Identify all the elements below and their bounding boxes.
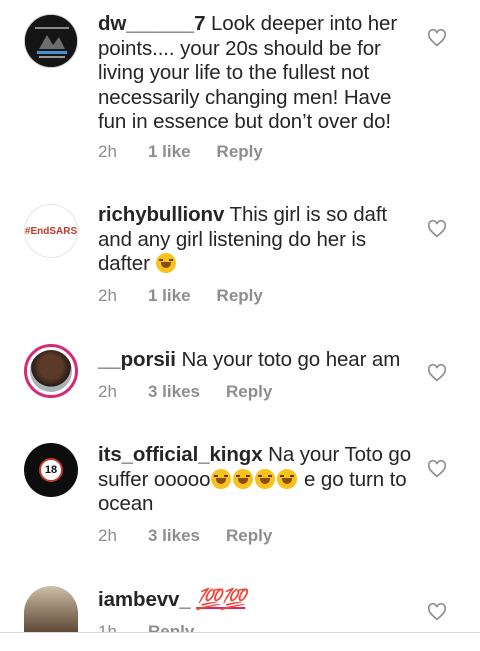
comment-username[interactable]: iambevv_ — [98, 588, 191, 611]
comment-username[interactable]: dw______7 — [98, 12, 205, 35]
comment-text: dw______7 Look deeper into her points...… — [98, 12, 416, 135]
comment-username[interactable]: __porsii — [98, 348, 176, 371]
comment-meta: 1h Reply — [98, 622, 194, 632]
avatar[interactable]: 18 — [24, 443, 78, 497]
comment-meta: 2h 1 like Reply — [98, 286, 263, 306]
comment-body: Na your toto go hear am — [181, 348, 401, 371]
logo-icon — [25, 15, 77, 67]
avatar[interactable] — [24, 14, 78, 68]
comment-text: iambevv_ 💯💯 — [98, 588, 416, 613]
heart-outline-icon[interactable] — [427, 460, 447, 478]
reply-button[interactable]: Reply — [217, 286, 263, 306]
comment-time: 2h — [98, 526, 117, 545]
avatar[interactable]: #EndSARS — [24, 204, 78, 258]
rofl-emoji-icon — [277, 468, 298, 489]
avatar-label: 18 — [44, 464, 58, 476]
comment-time: 2h — [98, 382, 117, 401]
reply-button[interactable]: Reply — [226, 526, 272, 546]
comment-likes[interactable]: 3 likes — [148, 526, 200, 546]
comment-meta: 2h 3 likes Reply — [98, 526, 272, 546]
comment-time: 1h — [98, 622, 117, 632]
heart-outline-icon[interactable] — [427, 603, 447, 621]
heart-outline-icon[interactable] — [427, 29, 447, 47]
comment-text: its_official_kingx Na your Toto go suffe… — [98, 443, 416, 517]
avatar-photo — [30, 350, 72, 392]
hundred-points-emoji-icon: 💯💯 — [196, 588, 246, 611]
laughing-emoji-icon — [156, 253, 177, 273]
avatar[interactable] — [24, 586, 78, 632]
rofl-emoji-icon — [233, 468, 254, 489]
avatar[interactable] — [24, 344, 78, 398]
comment-text: richybullionv This girl is so daft and a… — [98, 203, 416, 277]
reply-button[interactable]: Reply — [217, 142, 263, 162]
reply-button[interactable]: Reply — [148, 622, 194, 632]
comment-username[interactable]: richybullionv — [98, 203, 224, 226]
comment-time: 2h — [98, 286, 117, 305]
comment-text: __porsii Na your toto go hear am — [98, 348, 416, 373]
comment-meta: 2h 1 like Reply — [98, 142, 263, 162]
comment-username[interactable]: its_official_kingx — [98, 443, 263, 466]
heart-outline-icon[interactable] — [427, 220, 447, 238]
rofl-emoji-icon — [255, 468, 276, 489]
rofl-emoji-icon — [211, 468, 232, 489]
comment-likes[interactable]: 1 like — [148, 142, 191, 162]
age-badge-icon: 18 — [39, 458, 63, 482]
comment-time: 2h — [98, 142, 117, 161]
comment-likes[interactable]: 1 like — [148, 286, 191, 306]
reply-button[interactable]: Reply — [226, 382, 272, 402]
comment-likes[interactable]: 3 likes — [148, 382, 200, 402]
bottom-divider — [0, 632, 480, 633]
avatar-label: #EndSARS — [24, 225, 78, 237]
heart-outline-icon[interactable] — [427, 364, 447, 382]
comment-meta: 2h 3 likes Reply — [98, 382, 272, 402]
